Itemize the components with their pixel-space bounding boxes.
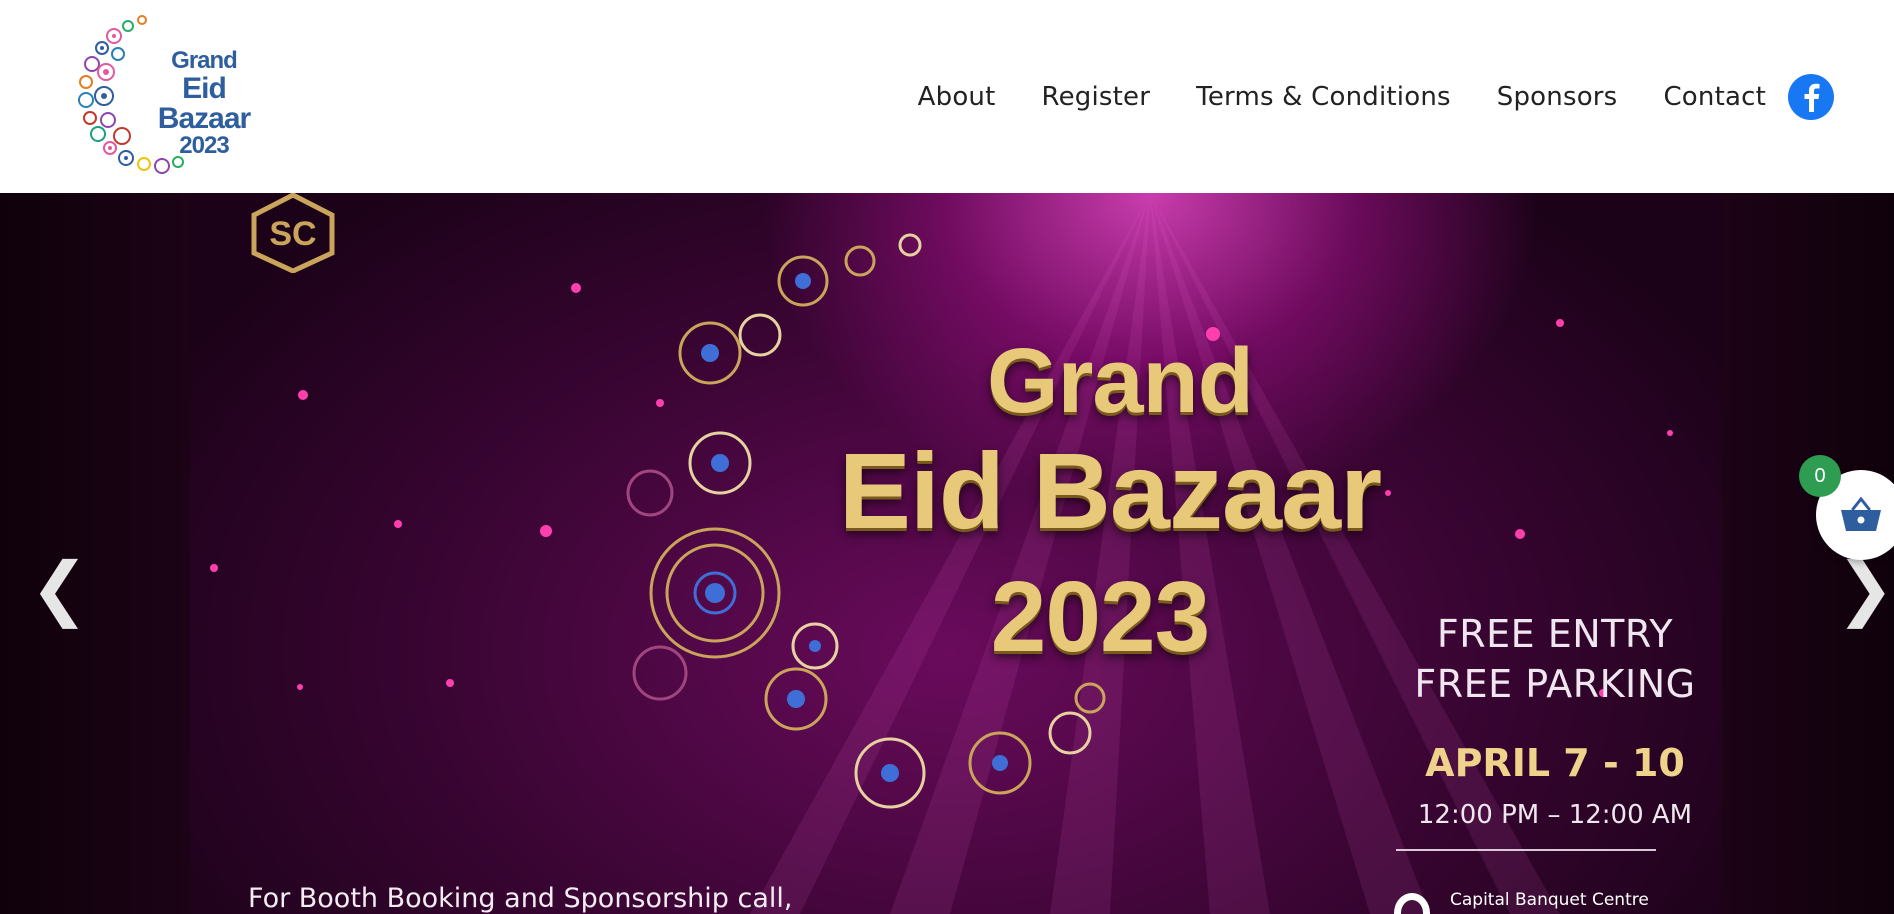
site-header: Grand Eid Bazaar 2023 About Register Ter…	[0, 0, 1894, 193]
slider-prev-button[interactable]: ❮	[30, 553, 89, 623]
event-dates: APRIL 7 - 10	[1425, 741, 1685, 785]
basket-icon	[1841, 497, 1881, 531]
banner-title-line-3: 2023	[990, 561, 1210, 673]
divider	[1396, 849, 1656, 851]
slider-backdrop-left	[0, 193, 190, 914]
hero-slider: SC Grand Eid Bazaar 2023 FREE ENTRY FREE…	[0, 193, 1894, 914]
slider-next-button[interactable]: ❯	[1836, 553, 1894, 623]
logo-line-1: Grand	[171, 47, 238, 74]
main-nav: About Register Terms & Conditions Sponso…	[918, 73, 1834, 121]
logo-line-3: 2023	[179, 132, 229, 159]
svg-text:SC: SC	[269, 215, 316, 253]
nav-about[interactable]: About	[918, 82, 996, 112]
site-logo[interactable]: Grand Eid Bazaar 2023	[74, 12, 274, 182]
event-hours: 12:00 PM – 12:00 AM	[1417, 800, 1693, 830]
nav-sponsors[interactable]: Sponsors	[1497, 82, 1618, 112]
facebook-icon	[1804, 83, 1820, 112]
cart-count-badge: 0	[1799, 455, 1841, 497]
logo-line-2: Eid Bazaar	[157, 72, 251, 135]
venue-name: Capital Banquet Centre	[1450, 890, 1649, 910]
banner-title-line-2: Eid Bazaar	[838, 430, 1382, 551]
free-entry-text: FREE ENTRY	[1436, 612, 1674, 656]
logo-text: Grand Eid Bazaar 2023	[134, 48, 274, 158]
nav-contact[interactable]: Contact	[1663, 82, 1766, 112]
slide-banner: SC Grand Eid Bazaar 2023 FREE ENTRY FREE…	[190, 193, 1722, 914]
nav-terms[interactable]: Terms & Conditions	[1196, 82, 1451, 112]
sc-brand-logo-icon: SC	[251, 193, 335, 273]
banner-title-line-1: Grand	[987, 330, 1254, 432]
facebook-link[interactable]	[1788, 74, 1834, 120]
nav-register[interactable]: Register	[1042, 82, 1151, 112]
booking-text: For Booth Booking and Sponsorship call,	[248, 883, 793, 914]
free-parking-text: FREE PARKING	[1414, 662, 1696, 706]
